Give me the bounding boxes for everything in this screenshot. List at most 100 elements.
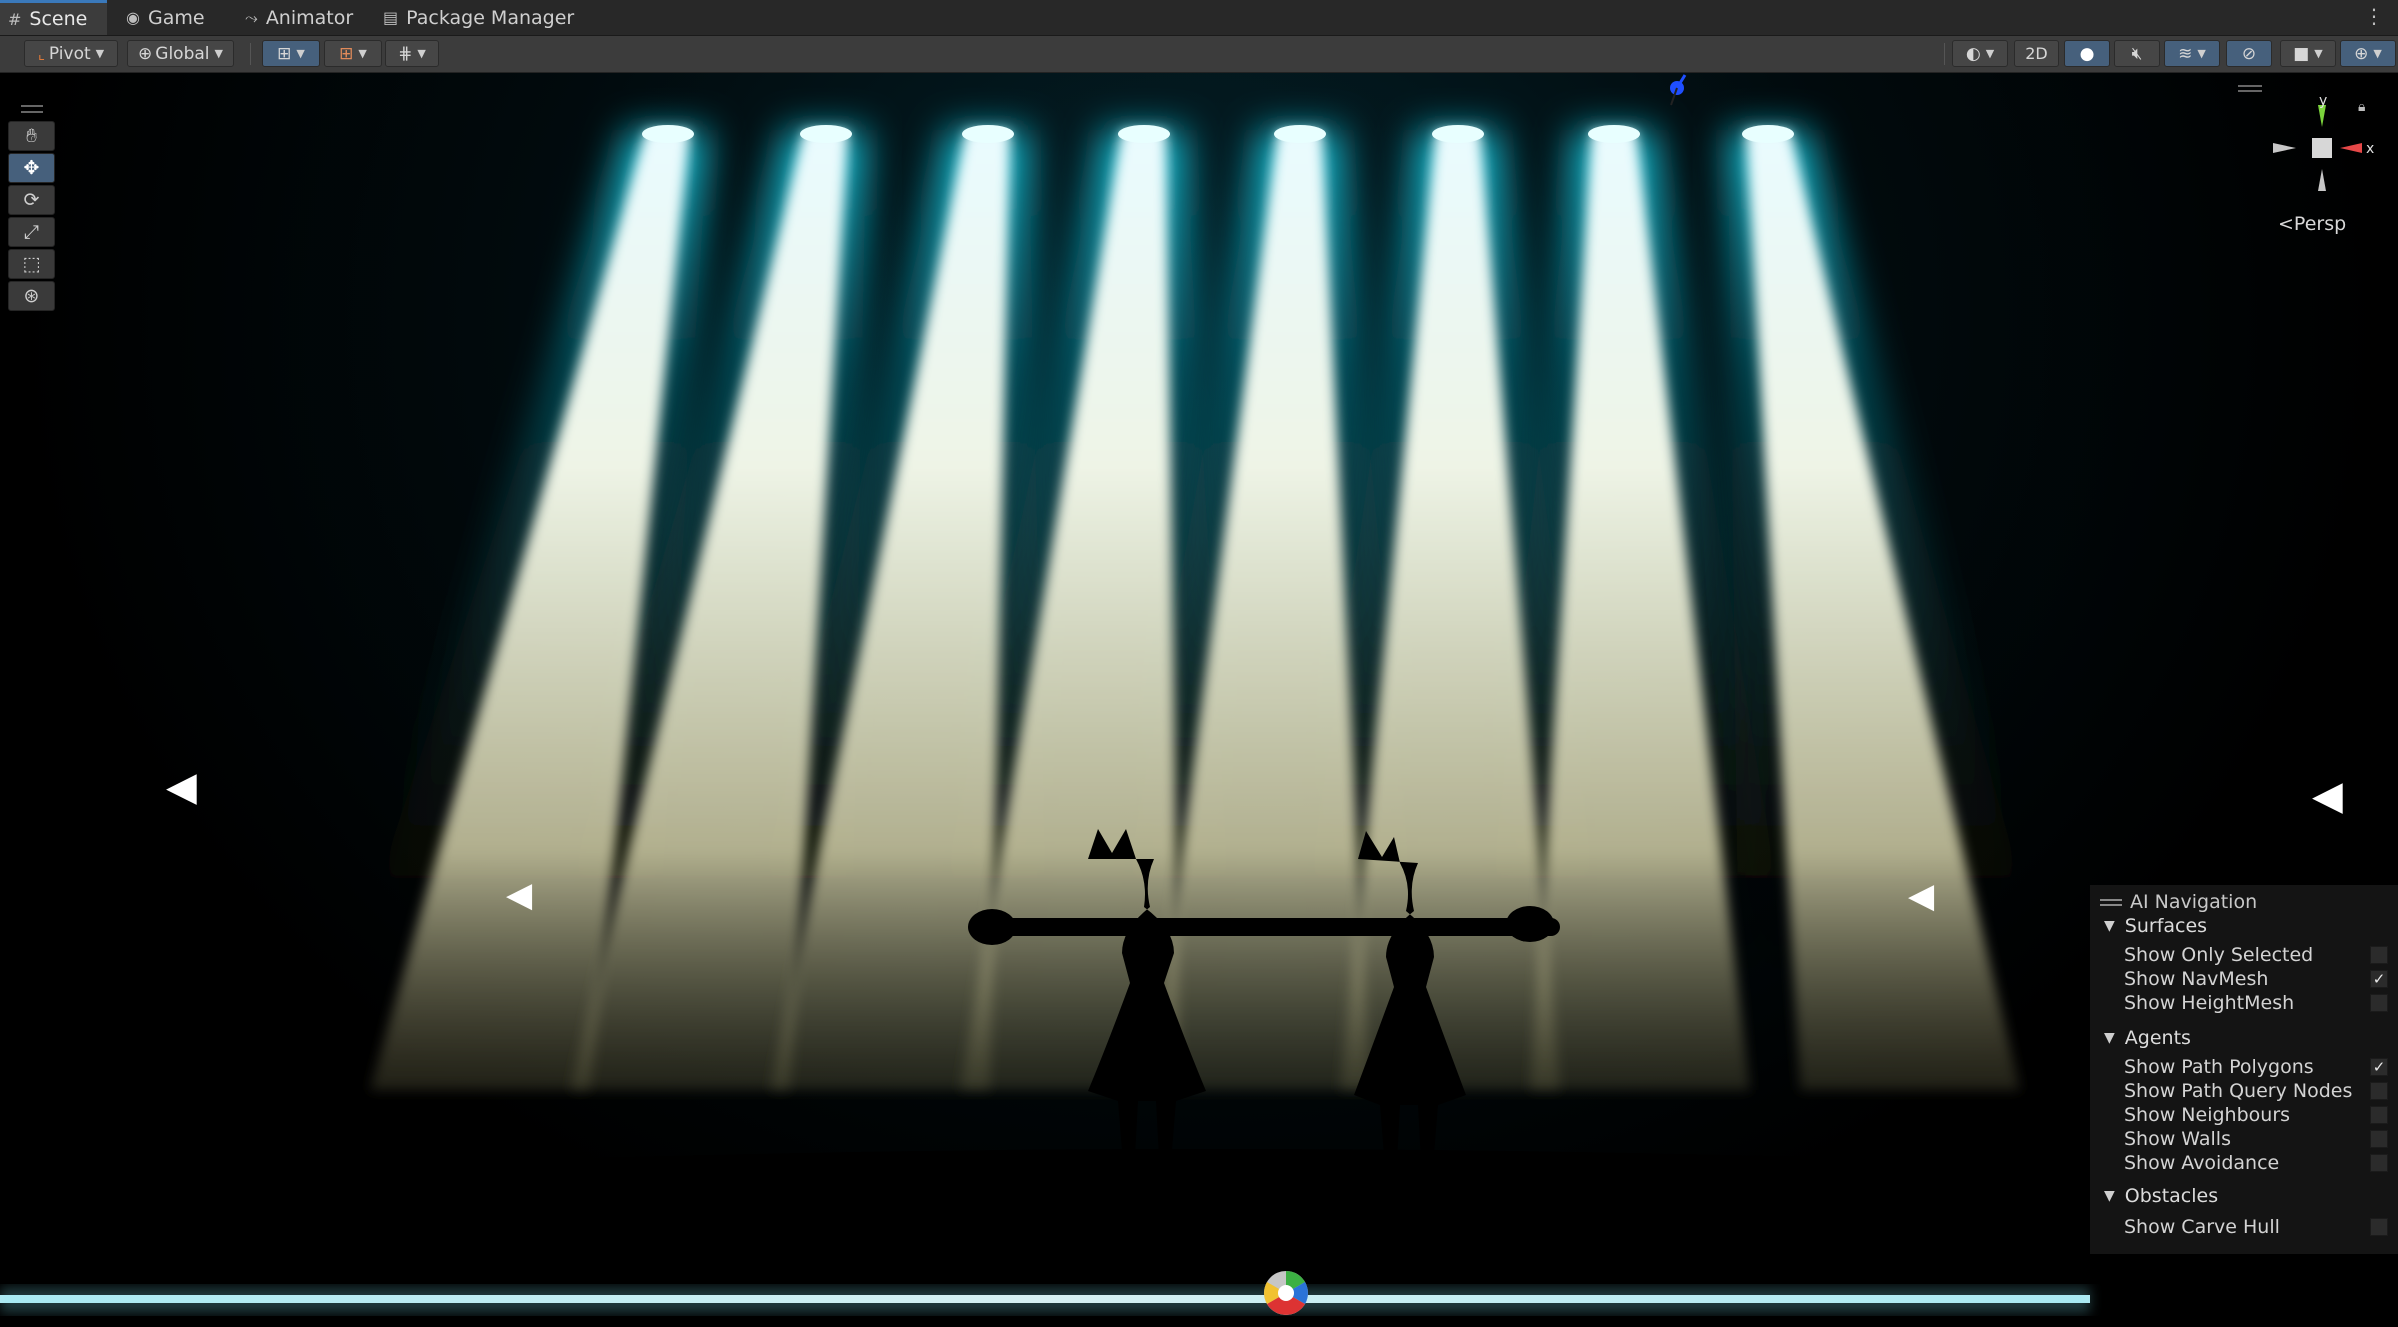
checkbox[interactable]	[2370, 994, 2388, 1012]
row-label: Show Carve Hull	[2124, 1216, 2280, 1238]
hand-icon: ✋︎	[26, 125, 37, 147]
global-dropdown[interactable]: ⊕ Global ▼	[127, 40, 234, 67]
editor-tab-bar: # Scene ◉ Game ⤳ Animator ▤ Package Mana…	[0, 0, 2398, 36]
gizmo-grip-icon[interactable]	[2238, 85, 2262, 92]
show-only-selected-row[interactable]: Show Only Selected	[2124, 943, 2388, 967]
tab-package-manager[interactable]: ▤ Package Manager	[383, 0, 574, 35]
tab-scene[interactable]: # Scene	[0, 0, 107, 35]
show-neighbours-row[interactable]: Show Neighbours	[2124, 1103, 2388, 1127]
move-tool-button[interactable]: ✥	[8, 153, 55, 183]
tab-menu-icon[interactable]: ⋮	[2364, 4, 2384, 28]
obstacles-label: Obstacles	[2124, 1185, 2219, 1207]
foldout-triangle-icon: ▼	[2104, 1188, 2115, 1204]
spotlight-lamp	[1118, 125, 1170, 143]
grip-handle-icon[interactable]	[20, 105, 43, 113]
increment-snap-button[interactable]: ⊞ ▼	[324, 40, 382, 67]
show-heightmesh-row[interactable]: Show HeightMesh	[2124, 991, 2388, 1015]
tab-game[interactable]: ◉ Game	[126, 0, 205, 35]
gamepad-icon: ◉	[126, 8, 140, 27]
show-walls-row[interactable]: Show Walls	[2124, 1127, 2388, 1151]
snap-increment-icon: ⊞	[339, 43, 354, 64]
show-carve-hull-row[interactable]: Show Carve Hull	[2124, 1215, 2388, 1239]
x-axis-label: x	[2366, 141, 2374, 157]
chevron-down-icon: ▼	[2197, 47, 2206, 60]
speaker-icon[interactable]: ◀	[1908, 879, 1934, 913]
lighting-toggle-button[interactable]: ●	[2064, 40, 2110, 67]
grid-snap-icon: ⊞	[277, 43, 292, 64]
checkbox-checked[interactable]: ✓	[2370, 1058, 2388, 1076]
hidden-objects-toggle-button[interactable]: ⊘	[2226, 40, 2272, 67]
global-label: Global	[155, 43, 210, 64]
transform-icon: ⊛	[23, 285, 40, 307]
spotlight-lamp	[1274, 125, 1326, 143]
globe-icon: ⊕	[138, 43, 153, 64]
overlay-header[interactable]: AI Navigation	[2100, 891, 2257, 913]
grid-snapping-button[interactable]: ⊞ ▼	[262, 40, 320, 67]
spotlight-lamp	[642, 125, 694, 143]
tab-animator[interactable]: ⤳ Animator	[245, 0, 353, 35]
checkbox[interactable]	[2370, 946, 2388, 964]
grid-icon: #	[8, 9, 22, 29]
checkbox[interactable]	[2370, 1082, 2388, 1100]
speaker-icon[interactable]: ◀	[506, 878, 532, 912]
grid-lines-icon: ⋕	[398, 43, 413, 64]
rect-tool-button[interactable]: ⬚	[8, 249, 55, 279]
surfaces-foldout[interactable]: ▼ Surfaces	[2104, 915, 2207, 937]
grid-visibility-button[interactable]: ⋕ ▼	[385, 40, 439, 67]
show-path-polygons-row[interactable]: Show Path Polygons ✓	[2124, 1055, 2388, 1079]
scale-tool-button[interactable]: ⤢	[8, 217, 55, 247]
package-icon: ▤	[383, 8, 399, 27]
projection-label: Persp	[2293, 213, 2347, 235]
effects-toggle-button[interactable]: ≋ ▼	[2164, 40, 2220, 67]
show-path-query-nodes-row[interactable]: Show Path Query Nodes	[2124, 1079, 2388, 1103]
checkbox-checked[interactable]: ✓	[2370, 970, 2388, 988]
camera-gizmo-icon	[1264, 1271, 1308, 1315]
foldout-triangle-icon: ▼	[2104, 1030, 2115, 1046]
camera-settings-dropdown[interactable]: ■ ▼	[2280, 40, 2336, 67]
orientation-gizmo[interactable]: y x	[2268, 97, 2388, 217]
toolbar-divider	[250, 43, 251, 65]
checkbox[interactable]	[2370, 1106, 2388, 1124]
ai-navigation-overlay: AI Navigation ▼ Surfaces Show Only Selec…	[2090, 885, 2398, 1254]
pivot-dropdown[interactable]: ⌞ Pivot ▼	[24, 40, 118, 67]
gizmo-center-cube	[2312, 138, 2332, 158]
speaker-icon[interactable]: ◀	[166, 767, 197, 807]
camera-icon: ■	[2293, 43, 2310, 64]
audio-mute-icon: 🔇︎	[2131, 43, 2143, 64]
show-navmesh-row[interactable]: Show NavMesh ✓	[2124, 967, 2388, 991]
checkbox[interactable]	[2370, 1218, 2388, 1236]
chevron-down-icon: ▼	[214, 47, 223, 60]
row-label: Show HeightMesh	[2124, 992, 2295, 1014]
scene-render	[0, 74, 2090, 1327]
scene-viewport[interactable]: ◀ ◀ ◀ ◀ ✋︎ ✥ ⟳ ⤢ ⬚ ⊛ y x 🔒︎ <Persp	[0, 73, 2398, 1327]
checkbox[interactable]	[2370, 1130, 2388, 1148]
projection-toggle[interactable]: <Persp	[2278, 213, 2346, 235]
row-label: Show Only Selected	[2124, 944, 2314, 966]
show-avoidance-row[interactable]: Show Avoidance	[2124, 1151, 2388, 1175]
pivot-icon: ⌞	[37, 44, 45, 63]
gizmos-dropdown[interactable]: ⊕ ▼	[2340, 40, 2396, 67]
lock-icon[interactable]: 🔒︎	[2358, 99, 2365, 115]
spotlight-lamp	[1588, 125, 1640, 143]
row-label: Show NavMesh	[2124, 968, 2269, 990]
gizmos-globe-icon: ⊕	[2354, 43, 2369, 64]
rotate-tool-button[interactable]: ⟳	[8, 185, 55, 215]
2d-toggle-label: 2D	[2025, 44, 2048, 63]
checkbox[interactable]	[2370, 1154, 2388, 1172]
animator-icon: ⤳	[245, 7, 258, 27]
foldout-triangle-icon: ▼	[2104, 918, 2115, 934]
transform-tool-button[interactable]: ⊛	[8, 281, 55, 311]
scale-icon: ⤢	[23, 221, 40, 243]
agents-foldout[interactable]: ▼ Agents	[2104, 1027, 2191, 1049]
spotlight-beams	[310, 125, 2080, 1090]
2d-toggle-button[interactable]: 2D	[2014, 40, 2059, 67]
speaker-icon[interactable]: ◀	[2312, 776, 2343, 816]
tab-package-manager-label: Package Manager	[406, 6, 575, 29]
draw-mode-dropdown[interactable]: ◐ ▼	[1952, 40, 2008, 67]
neg-y-axis-cone	[2318, 169, 2326, 191]
audio-toggle-button[interactable]: 🔇︎	[2114, 40, 2160, 67]
hand-tool-button[interactable]: ✋︎	[8, 121, 55, 151]
pivot-label: Pivot	[48, 43, 91, 64]
x-axis-cone	[2340, 143, 2362, 153]
obstacles-foldout[interactable]: ▼ Obstacles	[2104, 1185, 2218, 1207]
